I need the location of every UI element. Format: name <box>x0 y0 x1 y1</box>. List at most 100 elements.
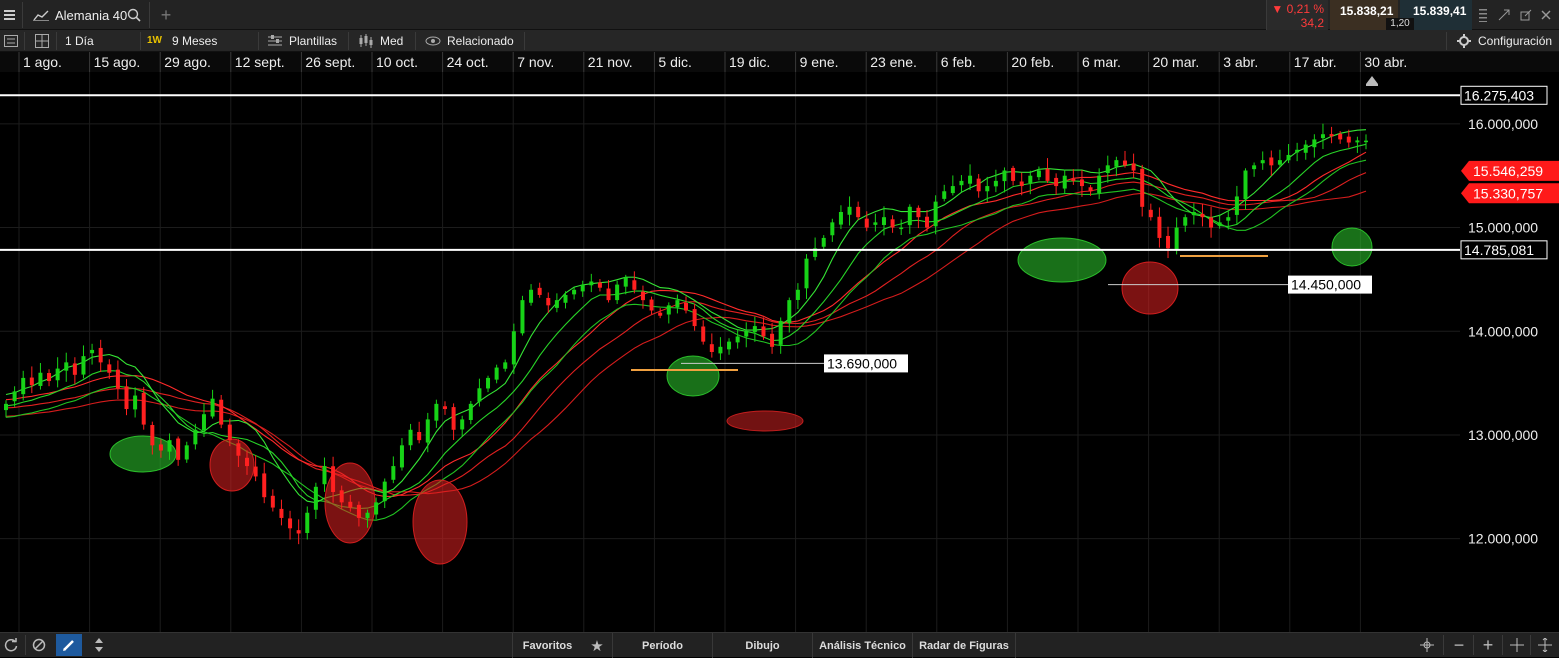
divider <box>149 2 150 28</box>
candle <box>1097 175 1102 194</box>
candle <box>270 495 275 508</box>
divider <box>140 32 141 50</box>
period-button[interactable]: Período <box>612 633 712 658</box>
list-icon[interactable] <box>2 32 20 50</box>
grid-icon[interactable] <box>33 32 51 50</box>
range-select[interactable]: 9 Meses <box>172 34 217 48</box>
candle <box>968 175 973 184</box>
candle <box>1114 160 1119 167</box>
candle <box>1200 213 1205 218</box>
x-tick-label: 12 sept. <box>235 54 285 70</box>
candles-icon <box>357 33 375 49</box>
star-icon[interactable]: ★ <box>584 633 610 658</box>
candle <box>1062 175 1067 189</box>
candle <box>167 440 172 452</box>
crosshair-icon[interactable] <box>1416 636 1438 654</box>
candle <box>1226 217 1231 221</box>
chart-toolbar: 1 Día 1W 9 Meses Plantillas Med Relacion… <box>0 30 1559 52</box>
arrows-icon[interactable] <box>90 636 108 654</box>
range-badge[interactable]: 1W <box>147 35 162 46</box>
candle <box>434 403 439 421</box>
candle <box>976 178 981 192</box>
candle <box>1243 170 1248 200</box>
templates-button[interactable]: Plantillas <box>289 34 337 48</box>
menu-icon[interactable] <box>0 0 18 30</box>
popout-icon[interactable] <box>1518 6 1534 24</box>
candle <box>468 403 473 421</box>
x-tick-label: 10 oct. <box>376 54 418 70</box>
candle <box>1320 134 1325 139</box>
candle <box>279 508 284 518</box>
candle <box>1312 139 1317 148</box>
divider <box>1443 635 1444 655</box>
candle <box>141 392 146 425</box>
fit-icon[interactable] <box>1536 636 1554 654</box>
minus-icon[interactable]: − <box>1450 633 1468 658</box>
x-tick-label: 21 nov. <box>588 54 633 70</box>
candle <box>1277 160 1282 165</box>
candle <box>98 347 103 363</box>
red-band-line <box>5 172 1367 496</box>
favorites-button[interactable]: Favoritos <box>512 633 582 658</box>
refresh-icon[interactable] <box>2 636 20 654</box>
candle <box>718 346 723 354</box>
candle <box>1252 165 1257 170</box>
y-tick-label: 14.000,000 <box>1468 323 1538 339</box>
price-type-select[interactable]: Med <box>380 34 403 48</box>
candle <box>253 466 258 477</box>
candle <box>331 466 336 492</box>
zoom-in-icon[interactable]: + <box>1479 633 1497 658</box>
grip-icon[interactable] <box>1476 6 1490 24</box>
bid-price: 15.838,21 <box>1340 4 1394 18</box>
candle <box>770 333 775 347</box>
drawing-button[interactable]: Dibujo <box>712 633 812 658</box>
divider <box>1473 635 1474 655</box>
related-button[interactable]: Relacionado <box>447 34 514 48</box>
x-tick-label: 7 nov. <box>517 54 554 70</box>
candle <box>288 518 293 529</box>
y-tick-label: 15.000,000 <box>1468 220 1538 236</box>
divider <box>22 2 23 28</box>
candle <box>460 419 465 430</box>
candle <box>615 284 620 301</box>
highlight-ellipse <box>109 435 177 473</box>
candle <box>1122 160 1127 166</box>
pattern-radar-button[interactable]: Radar de Figuras <box>912 633 1016 658</box>
candle <box>296 530 301 534</box>
change-box: ▼ 0,21 % 34,2 <box>1266 0 1328 30</box>
instrument-name[interactable]: Alemania 40 <box>55 8 127 23</box>
candle <box>787 300 792 324</box>
candle <box>503 362 508 369</box>
highlight-ellipse <box>412 479 468 565</box>
y-tick-label: 16.000,000 <box>1468 116 1538 132</box>
x-tick-label: 15 ago. <box>94 54 141 70</box>
candle <box>374 502 379 515</box>
cancel-icon[interactable] <box>30 636 48 654</box>
candle <box>55 368 60 381</box>
candle <box>804 258 809 289</box>
x-tick-label: 19 dic. <box>729 54 770 70</box>
pencil-icon[interactable] <box>56 634 82 656</box>
candle <box>21 377 26 395</box>
candle <box>442 406 447 410</box>
technical-analysis-button[interactable]: Análisis Técnico <box>812 633 912 658</box>
candle <box>1234 196 1239 215</box>
gear-icon[interactable] <box>1455 33 1473 49</box>
candle <box>942 191 947 199</box>
candle <box>365 512 370 519</box>
search-icon[interactable] <box>125 0 143 30</box>
candle <box>494 367 499 380</box>
spread-badge: 1,20 <box>1386 18 1414 30</box>
interval-select[interactable]: 1 Día <box>65 34 94 48</box>
candle <box>744 331 749 337</box>
candle <box>1209 217 1214 228</box>
price-chart[interactable]: 1 ago. 15 ago. 29 ago. 12 sept. 26 sept. 10 o… <box>0 52 1559 632</box>
settings-button[interactable]: Configuración <box>1478 34 1552 48</box>
collapse-icon[interactable] <box>1496 6 1512 24</box>
cross-icon[interactable] <box>1508 636 1526 654</box>
candle <box>322 466 327 485</box>
close-icon[interactable] <box>1538 6 1554 24</box>
divider <box>1530 635 1531 655</box>
plus-icon[interactable]: + <box>158 0 174 30</box>
change-percent: ▼ 0,21 % <box>1271 2 1324 16</box>
